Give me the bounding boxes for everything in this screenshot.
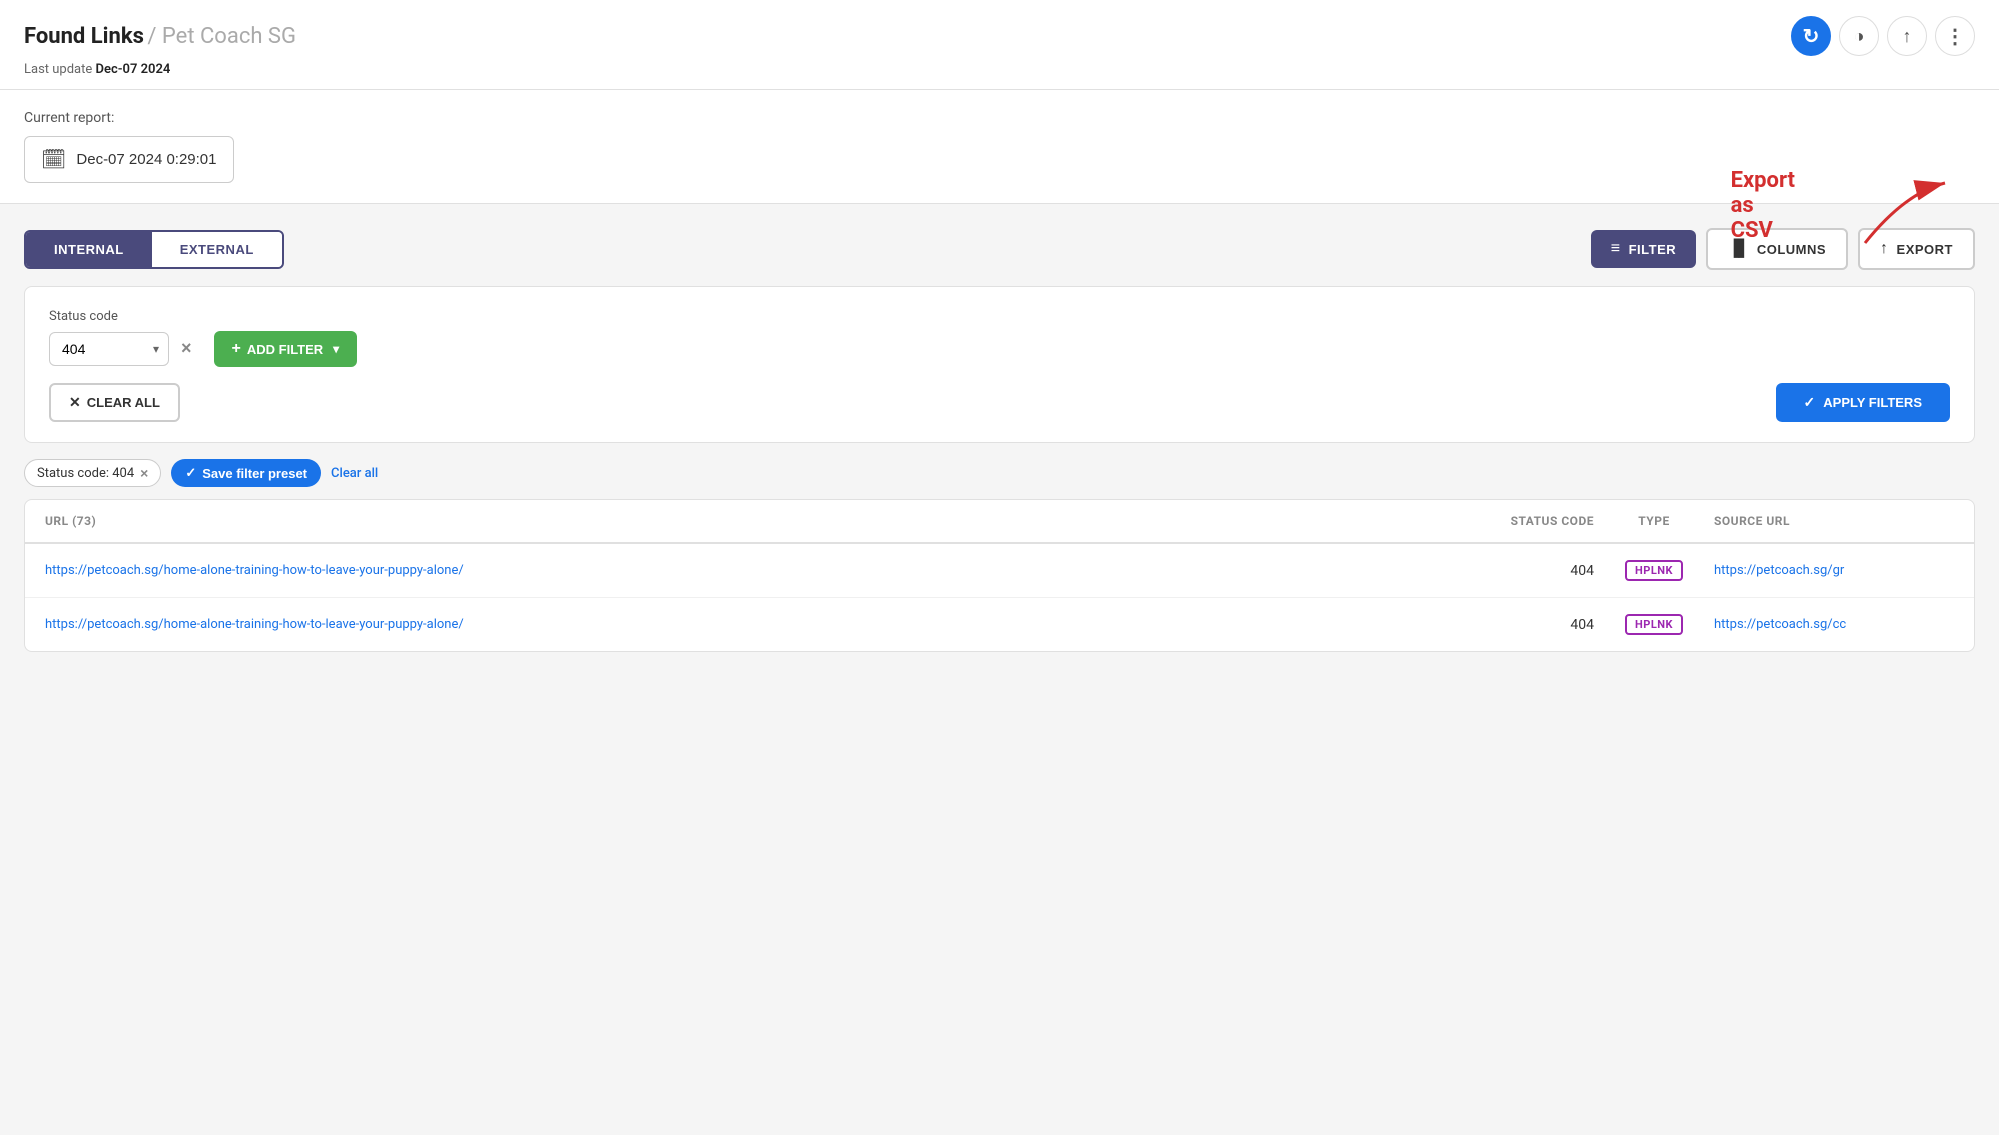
save-preset-button[interactable]: ✓ Save filter preset — [171, 459, 321, 487]
refresh-button[interactable]: ↻ — [1791, 16, 1831, 56]
col-source-header: SOURCE URL — [1714, 514, 1954, 528]
filter-tag-status: Status code: 404 × — [24, 459, 161, 487]
url-cell-2[interactable]: https://petcoach.sg/home-alone-training-… — [45, 617, 1434, 632]
filter-icon: ≡ — [1611, 240, 1621, 258]
active-filters-bar: Status code: 404 × ✓ Save filter preset … — [24, 459, 1975, 487]
export-icon: ↑ — [1880, 240, 1889, 258]
table-row: https://petcoach.sg/home-alone-training-… — [25, 544, 1974, 598]
status-cell-2: 404 — [1434, 617, 1594, 633]
columns-icon: ▐▌ — [1728, 240, 1749, 258]
source-cell-1[interactable]: https://petcoach.sg/gr — [1714, 563, 1954, 578]
page-title: Found Links / Pet Coach SG — [24, 24, 296, 49]
more-button[interactable]: ⋮ — [1935, 16, 1975, 56]
export-button[interactable]: ↑ EXPORT — [1858, 228, 1975, 270]
filter-panel: Status code 404 200 301 302 500 × — [24, 286, 1975, 443]
close-icon: × — [181, 338, 192, 358]
report-label: Current report: — [24, 110, 1975, 126]
upload-button[interactable]: ↑ — [1887, 16, 1927, 56]
settings-icon: ◑ — [1854, 26, 1865, 47]
apply-filters-button[interactable]: ✓ APPLY FILTERS — [1776, 383, 1950, 422]
columns-button[interactable]: ▐▌ COLUMNS — [1706, 228, 1848, 270]
table-header: URL (73) STATUS CODE TYPE SOURCE URL — [25, 500, 1974, 544]
settings-button[interactable]: ◑ — [1839, 16, 1879, 56]
url-cell-1[interactable]: https://petcoach.sg/home-alone-training-… — [45, 563, 1434, 578]
x-icon: ✕ — [69, 394, 81, 411]
col-type-header: TYPE — [1594, 514, 1714, 528]
calendar-icon: 🗓 — [41, 147, 66, 172]
col-url-header: URL (73) — [45, 514, 1434, 528]
refresh-icon: ↻ — [1803, 24, 1820, 49]
check-icon: ✓ — [1804, 394, 1816, 411]
clear-all-button[interactable]: ✕ CLEAR ALL — [49, 383, 180, 422]
source-cell-2[interactable]: https://petcoach.sg/cc — [1714, 617, 1954, 632]
report-date-picker[interactable]: 🗓 Dec-07 2024 0:29:01 — [24, 136, 234, 183]
plus-icon: + — [232, 340, 241, 358]
chevron-down-icon: ▾ — [333, 342, 339, 356]
main-toolbar: INTERNAL EXTERNAL ≡ FILTER ▐▌ COLUMNS ↑ … — [24, 228, 1975, 270]
type-cell-2: HPLNK — [1594, 614, 1714, 635]
status-code-label: Status code — [49, 309, 198, 324]
remove-filter-button[interactable]: × — [175, 336, 198, 361]
last-update: Last update Dec-07 2024 — [24, 62, 1975, 89]
table-row: https://petcoach.sg/home-alone-training-… — [25, 598, 1974, 651]
data-table: URL (73) STATUS CODE TYPE SOURCE URL htt… — [24, 499, 1975, 652]
filter-tag-remove-button[interactable]: × — [140, 465, 148, 481]
status-code-select[interactable]: 404 200 301 302 500 — [49, 332, 169, 366]
tab-group: INTERNAL EXTERNAL — [24, 230, 284, 269]
type-cell-1: HPLNK — [1594, 560, 1714, 581]
tab-external[interactable]: EXTERNAL — [152, 232, 282, 267]
col-status-header: STATUS CODE — [1434, 514, 1594, 528]
type-badge-2: HPLNK — [1625, 614, 1683, 635]
upload-icon: ↑ — [1903, 26, 1912, 47]
more-icon: ⋮ — [1945, 24, 1965, 49]
check-icon: ✓ — [185, 465, 196, 481]
tab-internal[interactable]: INTERNAL — [26, 232, 152, 267]
type-badge-1: HPLNK — [1625, 560, 1683, 581]
add-filter-button[interactable]: + ADD FILTER ▾ — [214, 331, 358, 367]
status-cell-1: 404 — [1434, 563, 1594, 579]
filter-button[interactable]: ≡ FILTER — [1591, 230, 1696, 268]
clear-filters-link[interactable]: Clear all — [331, 466, 378, 481]
